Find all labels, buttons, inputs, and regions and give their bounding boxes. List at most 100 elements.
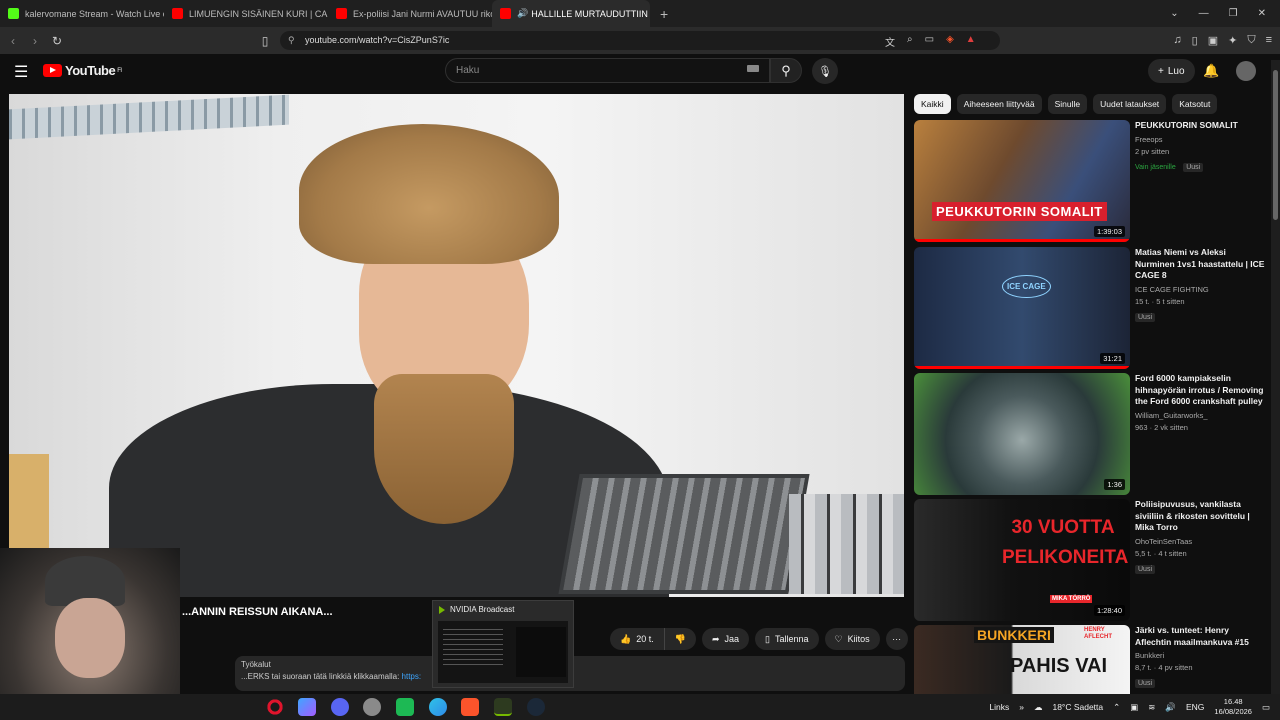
music-icon[interactable]: ♫ (1173, 34, 1181, 47)
bookmark-icon[interactable]: ▯ (254, 34, 276, 48)
channel-name[interactable]: William_Guitarworks_ (1135, 411, 1265, 420)
notifications-bell-icon[interactable]: 🔔 (1203, 63, 1219, 79)
nvidia-broadcast-icon[interactable] (494, 698, 512, 716)
language-indicator[interactable]: ENG (1186, 702, 1204, 712)
clock[interactable]: 16.48 16/08/2026 (1214, 697, 1252, 717)
channel-name[interactable]: OhoTeinSenTaas (1135, 537, 1265, 546)
search-button[interactable]: ⚲ (770, 58, 802, 83)
search-icon: ⚲ (781, 62, 791, 78)
volume-icon[interactable]: 🔊 (1165, 702, 1176, 713)
weather-icon[interactable]: ☁ (1034, 702, 1043, 713)
video-frame-person-beard (374, 374, 514, 524)
nvidia-broadcast-preview[interactable]: NVIDIA Broadcast (432, 600, 574, 688)
opera-gx-icon[interactable] (266, 698, 284, 716)
description-link[interactable]: https: (402, 672, 422, 681)
site-info-icon[interactable]: ⚲ (288, 35, 295, 46)
steam-icon[interactable] (527, 698, 545, 716)
back-icon[interactable]: ‹ (2, 34, 24, 48)
browser-tab[interactable]: Ex-poliisi Jani Nurmi AVAUTUU rikolli (328, 0, 492, 27)
brave-icon[interactable] (461, 698, 479, 716)
extensions-bar: ♫ ▯ ▣ ✦ ⛉ ≡ (1173, 34, 1272, 47)
shield-app-icon[interactable] (363, 698, 381, 716)
edge-icon[interactable] (429, 698, 447, 716)
browser-menu-icon[interactable]: ≡ (1266, 34, 1272, 47)
dislike-button[interactable]: 👎 (664, 628, 696, 650)
close-window-icon[interactable]: ✕ (1258, 8, 1266, 19)
recommendation-meta: PEUKKUTORIN SOMALIT Freeops 2 pv sitten … (1135, 120, 1265, 174)
cast-icon[interactable]: ▭ (925, 34, 934, 49)
thanks-button[interactable]: ♡ Kiitos (824, 628, 880, 650)
video-thumbnail[interactable]: 30 VUOTTA PELIKONEITA MIKA TÖRRÖ 1:28:40 (914, 499, 1130, 621)
thumbnail-name: HENRY AFLECHT (1084, 627, 1112, 640)
avatar[interactable] (1236, 61, 1256, 81)
links-toolbar[interactable]: Links (989, 702, 1009, 712)
watch-progress-bar (914, 239, 1130, 242)
video-player[interactable] (9, 94, 904, 597)
network-icon[interactable]: ≋ (1148, 702, 1155, 713)
extensions-icon[interactable]: ✦ (1228, 34, 1237, 47)
channel-name[interactable]: ICE CAGE FIGHTING (1135, 285, 1265, 294)
chip-for-you[interactable]: Sinulle (1047, 94, 1088, 114)
calendar-app-icon[interactable] (396, 698, 414, 716)
create-button[interactable]: + Luo (1148, 59, 1195, 83)
browser-tab[interactable]: LIMUENGIN SISÄINEN KURI | CANNO (164, 0, 328, 27)
chip-recent-uploads[interactable]: Uudet lataukset (1093, 94, 1167, 114)
keyboard-icon[interactable] (747, 65, 759, 72)
like-button[interactable]: 👍 20 t. (610, 628, 665, 650)
page-scrollbar[interactable] (1271, 60, 1280, 694)
tray-overflow-icon[interactable]: ⌃ (1113, 702, 1120, 713)
new-badge: Uusi (1135, 312, 1156, 322)
wallet-icon[interactable]: ▣ (1208, 34, 1218, 47)
video-frame-person-hair (299, 124, 559, 264)
chip-watched[interactable]: Katsotut (1172, 94, 1218, 114)
video-thumbnail[interactable]: ICE CAGE 31:21 (914, 247, 1130, 369)
app-launcher-icon[interactable] (298, 698, 316, 716)
browser-tab-active[interactable]: 🔊HALLILLE MURTAUDUTTIIN ...✕ (492, 0, 650, 27)
discord-icon[interactable] (331, 698, 349, 716)
recommendations-sidebar: Kaikki Aiheeseen liittyvää Sinulle Uudet… (914, 94, 1270, 694)
windows-taskbar: Links » ☁ 18°C Sadetta ⌃ ▣ ≋ 🔊 ENG 16.48… (0, 694, 1280, 720)
maximize-icon[interactable]: ❐ (1229, 8, 1238, 19)
search-input[interactable]: Haku (445, 58, 770, 83)
recommendation-item[interactable]: 30 VUOTTA PELIKONEITA MIKA TÖRRÖ 1:28:40… (914, 499, 1270, 621)
reload-icon[interactable]: ↻ (46, 34, 68, 48)
video-thumbnail[interactable]: 1:36 (914, 373, 1130, 495)
share-button[interactable]: ➦ Jaa (701, 628, 750, 650)
video-stats: 963 · 2 vk sitten (1135, 422, 1188, 432)
video-frame-toolbox (558, 474, 810, 594)
vpn-icon[interactable]: ⛉ (1247, 34, 1255, 47)
zoom-icon[interactable]: ⌕ (907, 34, 913, 49)
recommendation-item[interactable]: BUNKKERI HENRY AFLECHT PAHIS VAI Järki v… (914, 625, 1270, 694)
notifications-icon[interactable]: ▭ (1262, 702, 1270, 713)
hamburger-menu-icon[interactable]: ☰ (14, 62, 28, 82)
minimize-icon[interactable]: — (1199, 8, 1209, 19)
recommendation-item[interactable]: PEUKKUTORIN SOMALIT 1:39:03 PEUKKUTORIN … (914, 120, 1270, 242)
brave-shield-icon[interactable]: ◈ (946, 34, 954, 49)
video-thumbnail[interactable]: PEUKKUTORIN SOMALIT 1:39:03 (914, 120, 1130, 242)
recommendation-item[interactable]: 1:36 Ford 6000 kampiakselin hihnapyörän … (914, 373, 1270, 495)
save-button[interactable]: ▯ Tallenna (755, 628, 819, 650)
video-actions: 👍 20 t. 👎 ➦ Jaa ▯ Tallenna ♡ Kiitos ··· (610, 628, 908, 650)
browser-tab[interactable]: kalervomane Stream - Watch Live on (0, 0, 164, 27)
brave-rewards-icon[interactable]: ▲ (966, 34, 976, 49)
translate-icon[interactable]: 文 (885, 34, 895, 49)
voice-search-button[interactable]: 🎙 (812, 58, 838, 84)
tab-search-icon[interactable]: ⌄ (1170, 8, 1178, 19)
channel-name[interactable]: Freeops (1135, 135, 1265, 144)
scrollbar-thumb[interactable] (1273, 70, 1278, 220)
weather-text[interactable]: 18°C Sadetta (1052, 702, 1103, 712)
youtube-logo[interactable]: YouTube FI (43, 63, 122, 78)
recommendation-title: PEUKKUTORIN SOMALIT (1135, 120, 1238, 130)
display-icon[interactable]: ▣ (1130, 702, 1138, 713)
recommendation-item[interactable]: ICE CAGE 31:21 Matias Niemi vs Aleksi Nu… (914, 247, 1270, 369)
chip-related[interactable]: Aiheeseen liittyvää (956, 94, 1042, 114)
video-thumbnail[interactable]: BUNKKERI HENRY AFLECHT PAHIS VAI (914, 625, 1130, 694)
tray-expand-icon[interactable]: » (1019, 702, 1024, 712)
chip-all[interactable]: Kaikki (914, 94, 951, 114)
forward-icon[interactable]: › (24, 34, 46, 48)
more-actions-button[interactable]: ··· (885, 628, 908, 650)
new-tab-button[interactable]: + (650, 6, 678, 22)
channel-name[interactable]: Bunkkeri (1135, 651, 1265, 660)
thumbnail-subcaption: MIKA TÖRRÖ (1050, 595, 1093, 603)
sidebar-icon[interactable]: ▯ (1192, 34, 1198, 47)
